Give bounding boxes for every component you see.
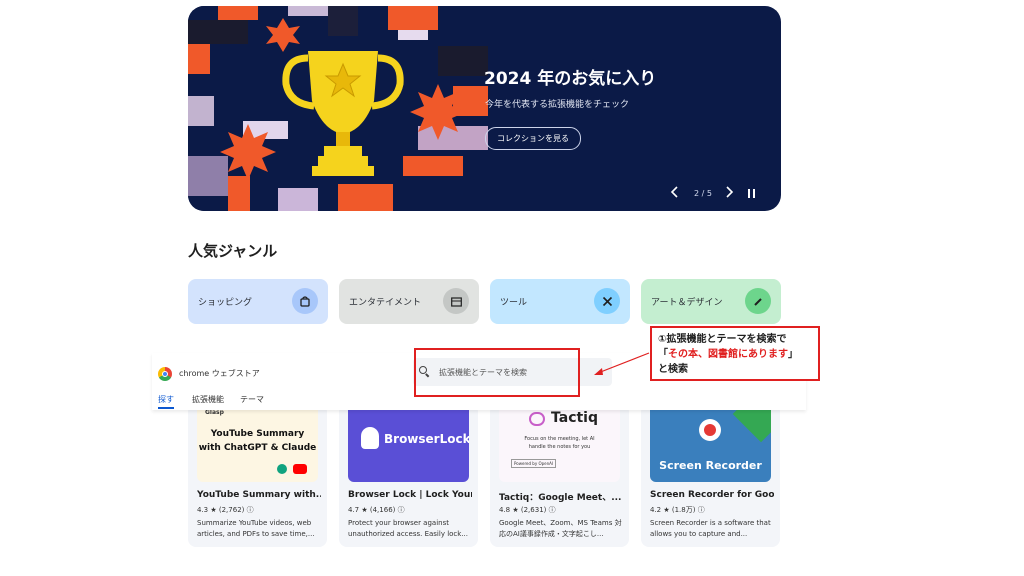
- card-rating: 4.2 ★ (1.8万) ⓘ: [650, 506, 705, 514]
- annotation-line: ①拡張機能とテーマを検索で: [658, 334, 787, 345]
- record-icon: [699, 419, 721, 441]
- hero-title: 2024 年のお気に入り: [484, 69, 657, 89]
- hero-banner[interactable]: 2024 年のお気に入り 今年を代表する拡張機能をチェック コレクションを見る …: [188, 6, 781, 211]
- card-thumbnail: Tactiq Focus on the meeting, let AI hand…: [499, 404, 620, 482]
- thumb-title: Tactiq: [551, 410, 599, 426]
- genre-tools[interactable]: ツール: [490, 279, 630, 324]
- thumb-line: handle the notes for you: [528, 444, 591, 450]
- youtube-icon: [293, 464, 307, 474]
- chrome-logo-icon[interactable]: [158, 367, 172, 381]
- calendar-icon: [443, 288, 469, 314]
- genre-shopping[interactable]: ショッピング: [188, 279, 328, 324]
- extension-card[interactable]: Glasp YouTube Summary with ChatGPT & Cla…: [188, 404, 327, 547]
- thumb-line: Focus on the meeting, let AI: [524, 436, 595, 442]
- genre-entertainment[interactable]: エンタテイメント: [339, 279, 479, 324]
- card-thumbnail: Glasp YouTube Summary with ChatGPT & Cla…: [197, 404, 318, 482]
- annotation-highlight: その本、図書館にあります: [668, 349, 788, 360]
- thumb-brand: Screen Recorder: [659, 459, 762, 472]
- brush-icon: [745, 288, 771, 314]
- tab-themes[interactable]: テーマ: [240, 394, 264, 405]
- card-description: Screen Recorder is a software that allow…: [650, 519, 771, 538]
- collection-button[interactable]: コレクションを見る: [485, 127, 581, 150]
- card-description: Protect your browser against unauthorize…: [348, 519, 468, 538]
- openai-icon: [277, 464, 287, 474]
- card-rating: 4.8 ★ (2,631) ⓘ: [499, 506, 556, 514]
- genre-label: ショッピング: [198, 298, 253, 308]
- card-thumbnail: BrowserLock: [348, 404, 469, 482]
- active-tab-indicator: [158, 407, 174, 409]
- annotation-line: 「その本、図書館にあります」: [658, 349, 798, 360]
- tools-icon: [594, 288, 620, 314]
- chevron-left-icon[interactable]: [670, 186, 680, 202]
- extension-card[interactable]: Screen Recorder Screen Recorder for Goog…: [641, 404, 780, 547]
- tab-discover[interactable]: 探す: [158, 394, 174, 405]
- card-rating: 4.7 ★ (4,166) ⓘ: [348, 506, 405, 514]
- genre-label: エンタテイメント: [349, 298, 422, 308]
- powered-badge: Powered by OpenAI: [511, 459, 557, 468]
- store-name[interactable]: chrome ウェブストア: [179, 368, 260, 379]
- cloud-icon: [529, 412, 545, 426]
- card-title: Screen Recorder for Googl...: [650, 490, 774, 500]
- tab-extensions[interactable]: 拡張機能: [192, 394, 224, 405]
- trophy-illustration: [188, 6, 488, 211]
- card-rating: 4.3 ★ (2,762) ⓘ: [197, 506, 254, 514]
- genre-label: アート＆デザイン: [651, 298, 723, 308]
- card-description: Summarize YouTube videos, web articles, …: [197, 519, 315, 538]
- annotation-line: と検索: [658, 364, 688, 375]
- shopping-bag-icon: [292, 288, 318, 314]
- genre-art-design[interactable]: アート＆デザイン: [641, 279, 781, 324]
- pause-icon[interactable]: [748, 189, 756, 199]
- card-title: Tactiq：Google Meet、...: [499, 493, 622, 503]
- extension-card[interactable]: BrowserLock Browser Lock | Lock Your... …: [339, 404, 478, 547]
- hero-subtitle: 今年を代表する拡張機能をチェック: [485, 100, 630, 110]
- card-thumbnail: Screen Recorder: [650, 404, 771, 482]
- thumb-brand: BrowserLock: [384, 432, 469, 446]
- genre-label: ツール: [500, 298, 528, 308]
- card-title: YouTube Summary with...: [197, 490, 321, 500]
- card-title: Browser Lock | Lock Your...: [348, 490, 472, 500]
- extension-card[interactable]: Tactiq Focus on the meeting, let AI hand…: [490, 404, 629, 547]
- shield-lock-icon: [361, 427, 379, 449]
- glasp-logo: Glasp: [205, 409, 224, 416]
- thumb-line: with ChatGPT & Claude: [198, 443, 317, 453]
- page-indicator: 2 / 5: [694, 189, 712, 198]
- section-title: 人気ジャンル: [188, 242, 278, 260]
- search-highlight-box: [414, 348, 580, 397]
- card-description: Google Meet、Zoom、MS Teams 対応のAI議事録作成・文字起…: [499, 519, 622, 538]
- chevron-right-icon[interactable]: [724, 186, 734, 202]
- annotation-note: ①拡張機能とテーマを検索で 「その本、図書館にあります」 と検索: [650, 326, 820, 381]
- thumb-line: YouTube Summary: [210, 429, 305, 439]
